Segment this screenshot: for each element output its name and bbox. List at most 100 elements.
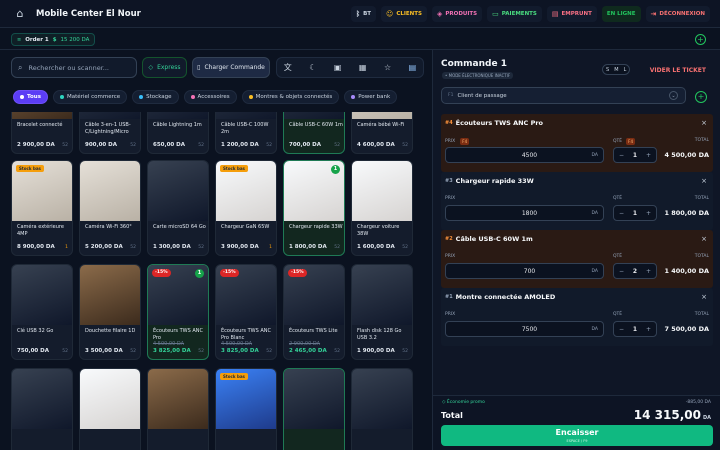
product-name: Chargeur GaN 65W xyxy=(221,224,270,230)
product-stock: 52 xyxy=(198,245,204,250)
client-shortcut: F1 xyxy=(448,93,454,98)
product-stock: 52 xyxy=(198,143,204,148)
client-select[interactable]: F1 Client de passage ⌄ xyxy=(441,87,686,104)
product-card-selected[interactable]: Câble USB-C 60W 1m 700,00 DA 52 xyxy=(283,112,345,154)
search-placeholder: Rechercher ou scanner... xyxy=(28,63,109,72)
product-card[interactable]: Câble Lightning 1m 650,00 DA 52 xyxy=(147,112,209,154)
nav-logout-button[interactable]: ⇥ DÉCONNEXION xyxy=(645,6,710,22)
moon-icon[interactable]: ☾ xyxy=(309,63,316,72)
product-card[interactable]: -15% Écouteurs TWS ANC Pro Blanc 4 500,00 … xyxy=(215,264,277,360)
minus-icon[interactable]: − xyxy=(619,268,624,275)
express-button[interactable]: ◇ Express xyxy=(142,57,187,78)
product-card[interactable]: Caméra Wi-Fi 360° 5 200,00 DA 52 xyxy=(79,160,141,256)
home-icon[interactable]: ⌂ xyxy=(13,7,27,21)
price-input[interactable]: 700 DA xyxy=(445,263,604,279)
product-image xyxy=(80,112,140,119)
product-card[interactable]: Chargeur voiture 38W 1 600,00 DA 52 xyxy=(351,160,413,256)
product-name: Flash disk 128 Go USB 3.2 xyxy=(357,328,402,341)
size-l[interactable]: L xyxy=(624,67,627,73)
quantity-stepper[interactable]: −1 + xyxy=(613,321,657,337)
product-card[interactable]: Stock bas xyxy=(215,368,277,450)
close-icon[interactable]: × xyxy=(701,177,707,185)
size-toggle: S M L xyxy=(602,64,631,75)
category-montres[interactable]: Montres & objets connectés xyxy=(241,90,340,104)
close-icon[interactable]: × xyxy=(701,235,707,243)
category-accessoires[interactable]: Accessoires xyxy=(183,90,237,104)
close-icon[interactable]: × xyxy=(701,293,707,301)
category-materiel-commerce[interactable]: Matériel commerce xyxy=(53,90,128,104)
dot-icon xyxy=(351,95,356,99)
plus-icon[interactable]: + xyxy=(646,152,651,159)
discount-badge: -15% xyxy=(220,269,239,277)
orders-bar: ≡ Order 1 $ 15 200 DA + xyxy=(0,28,720,50)
quantity-stepper[interactable]: −2 + xyxy=(613,263,657,279)
product-card[interactable]: Clé USB 32 Go 750,00 DA 52 xyxy=(11,264,73,360)
size-s[interactable]: S xyxy=(606,67,609,73)
layout-icon[interactable]: ▤ xyxy=(409,63,417,72)
product-card[interactable]: Câble USB-C 100W 2m 1 200,00 DA 52 xyxy=(215,112,277,154)
product-card-selected[interactable]: 1 Chargeur rapide 33W 1 800,00 DA 52 xyxy=(283,160,345,256)
dot-icon xyxy=(139,95,144,99)
product-card[interactable] xyxy=(11,368,73,450)
nav-produits-button[interactable]: ◈ PRODUITS xyxy=(432,6,483,22)
product-card[interactable]: Stock bas Chargeur GaN 65W 3 900,00 DA 1 xyxy=(215,160,277,256)
star-icon[interactable]: ☆ xyxy=(384,63,391,72)
product-card[interactable]: Caméra bébé Wi-Fi 4 600,00 DA 52 xyxy=(351,112,413,154)
minus-icon[interactable]: − xyxy=(619,326,624,333)
product-stock: 1 xyxy=(65,245,68,250)
plus-icon[interactable]: + xyxy=(646,268,651,275)
price-input[interactable]: 4500 DA xyxy=(445,147,604,163)
product-card[interactable] xyxy=(351,368,413,450)
minus-icon[interactable]: − xyxy=(619,152,624,159)
charger-commande-button[interactable]: ▯ Charger Commande xyxy=(192,57,270,78)
product-stock: 52 xyxy=(334,245,340,250)
nav-paiements-button[interactable]: ▭ PAIEMENTS xyxy=(487,6,542,22)
product-price: 900,00 DA xyxy=(85,142,117,148)
product-card[interactable]: Câble 3-en-1 USB-C/Lightning/Micro 900,00… xyxy=(79,112,141,154)
line-total: 1 800,00 DA xyxy=(664,209,709,217)
add-client-button[interactable]: + xyxy=(695,91,707,103)
product-image xyxy=(352,161,412,221)
product-card[interactable]: Flash disk 128 Go USB 3.2 1 900,00 DA 52 xyxy=(351,264,413,360)
prix-label: PRIX xyxy=(445,312,456,317)
product-card[interactable]: -15% Écouteurs TWS Lite 2 900,00 DA 2 465,0… xyxy=(283,264,345,360)
product-image xyxy=(12,112,72,119)
category-stockage[interactable]: Stockage xyxy=(132,90,179,104)
category-power-bank[interactable]: Power bank xyxy=(344,90,398,104)
price-input[interactable]: 7500 DA xyxy=(445,321,604,337)
product-card[interactable]: Douchette filaire 1D 3 500,00 DA 52 xyxy=(79,264,141,360)
nav-emprunt-button[interactable]: ▤ EMPRUNT xyxy=(546,6,597,22)
line-total: 7 500,00 DA xyxy=(664,325,709,333)
product-card[interactable]: Stock bas Caméra extérieure 4MP 8 900,00 D… xyxy=(11,160,73,256)
category-tous[interactable]: Tous xyxy=(13,90,48,104)
product-card[interactable] xyxy=(79,368,141,450)
product-card[interactable] xyxy=(147,368,209,450)
order-tab[interactable]: ≡ Order 1 $ 15 200 DA xyxy=(11,33,96,46)
clear-ticket-button[interactable]: VIDER LE TICKET xyxy=(650,67,706,74)
quantity-stepper[interactable]: −1 + xyxy=(613,205,657,221)
plus-icon[interactable]: + xyxy=(646,210,651,217)
nav-clients-button[interactable]: ☺ CLIENTS xyxy=(381,6,427,22)
low-stock-badge: Stock bas xyxy=(220,373,248,380)
mode-status: • MODE ÉLECTRONIQUE INACTIF xyxy=(442,72,514,79)
price-input[interactable]: 1800 DA xyxy=(445,205,604,221)
product-card-selected[interactable] xyxy=(283,368,345,450)
product-card[interactable]: Bracelet connecté 2 900,00 DA 52 xyxy=(11,112,73,154)
encaisser-button[interactable]: Encaisser ESPACE / F9 xyxy=(441,425,713,446)
nav-bt-button[interactable]: ᛒ BT xyxy=(350,6,377,22)
add-order-button[interactable]: + xyxy=(695,34,706,45)
product-stock: 52 xyxy=(402,143,408,148)
image-icon[interactable]: ▣ xyxy=(334,63,342,72)
product-card-selected[interactable]: -15% 1 Écouteurs TWS ANC Pro 4 500,00 DA 3 8… xyxy=(147,264,209,360)
order-title: Commande 1 xyxy=(441,59,507,69)
close-icon[interactable]: × xyxy=(701,119,707,127)
quantity-stepper[interactable]: −1 + xyxy=(613,147,657,163)
plus-icon[interactable]: + xyxy=(646,326,651,333)
product-card[interactable]: Carte microSD 64 Go 1 300,00 DA 52 xyxy=(147,160,209,256)
grid-icon[interactable]: ▦ xyxy=(359,63,367,72)
product-stock: 52 xyxy=(62,143,68,148)
size-m[interactable]: M xyxy=(614,67,618,73)
translate-icon[interactable]: 文 xyxy=(284,62,292,73)
search-field[interactable]: ⌕ Rechercher ou scanner... xyxy=(11,57,137,78)
minus-icon[interactable]: − xyxy=(619,210,624,217)
